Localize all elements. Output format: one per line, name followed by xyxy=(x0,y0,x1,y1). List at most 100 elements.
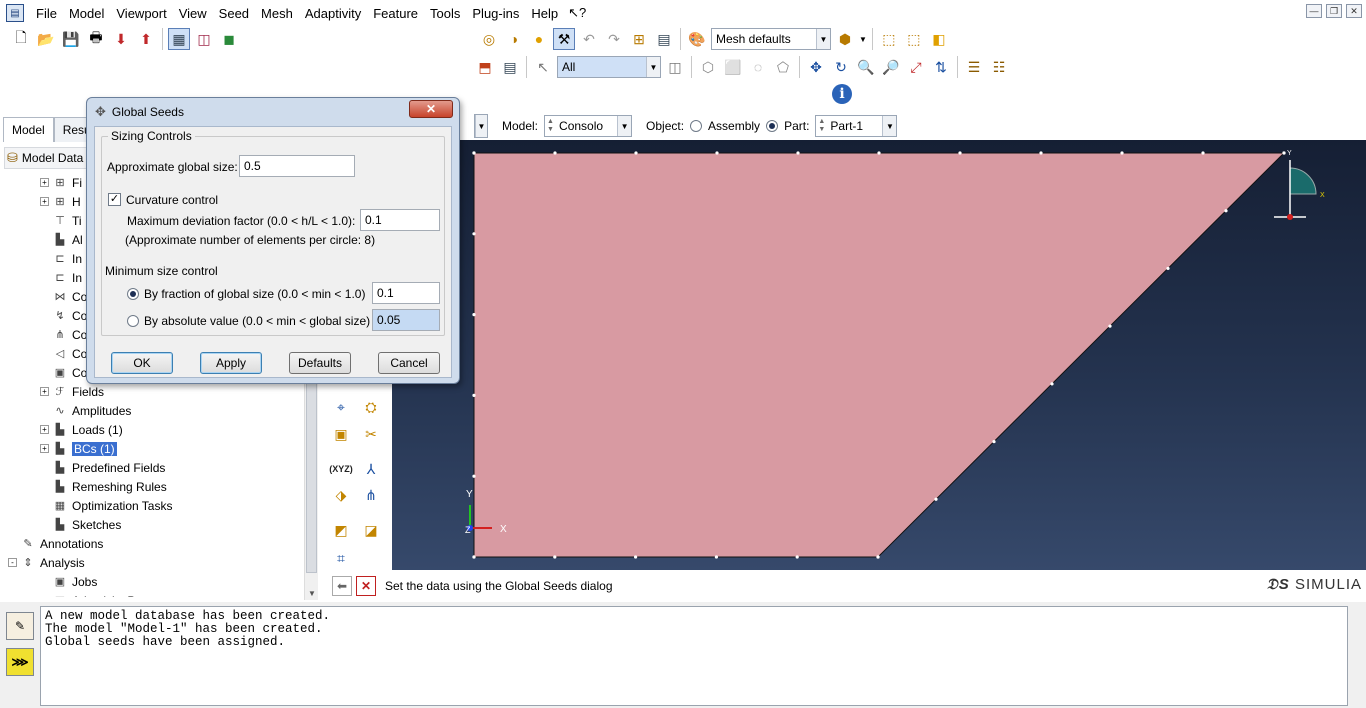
boolean-cut-icon[interactable]: ◑ xyxy=(503,28,525,50)
export-icon[interactable]: ⬆ xyxy=(135,28,157,50)
menu-feature[interactable]: Feature xyxy=(367,6,424,21)
menu-file[interactable]: File xyxy=(30,6,63,21)
expand-icon[interactable]: + xyxy=(40,425,49,434)
query-hammer-icon[interactable]: ⚒ xyxy=(553,28,575,50)
select-set-icon[interactable]: ◫ xyxy=(664,56,686,78)
select-rect-icon[interactable]: ⬜ xyxy=(722,56,744,78)
dropdown-arrow-icon[interactable]: ▼ xyxy=(859,35,867,44)
datum-point-icon[interactable]: ⬗ xyxy=(328,483,354,507)
apply-button[interactable]: Apply xyxy=(200,352,262,374)
selection-filter-select[interactable]: All ▼ xyxy=(557,56,661,78)
render-shaded-icon[interactable]: ◼ xyxy=(218,28,240,50)
menu-adaptivity[interactable]: Adaptivity xyxy=(299,6,367,21)
menu-model[interactable]: Model xyxy=(63,6,110,21)
tree-item[interactable]: - ⇕ Analysis xyxy=(8,553,304,572)
assembly-radio[interactable] xyxy=(690,120,703,132)
back-arrow-icon[interactable]: ⬅ xyxy=(332,576,352,596)
restore-icon[interactable]: ❐ xyxy=(1326,4,1342,18)
boolean-union-icon[interactable]: ◎ xyxy=(478,28,500,50)
viewport[interactable]: Y X Z X Y xyxy=(392,140,1366,570)
dialog-titlebar[interactable]: ✥ Global Seeds xyxy=(95,104,184,120)
select-circle-icon[interactable]: ◌ xyxy=(747,56,769,78)
render-hidden-icon[interactable]: ◫ xyxy=(193,28,215,50)
rotate-icon[interactable]: ↻ xyxy=(830,56,852,78)
fraction-radio[interactable] xyxy=(127,288,139,300)
tree-view-icon[interactable]: ⊞ xyxy=(628,28,650,50)
select-inside-icon[interactable]: ⬡ xyxy=(697,56,719,78)
sphere-icon[interactable]: ● xyxy=(528,28,550,50)
front-view-icon[interactable]: ⬚ xyxy=(903,28,925,50)
expand-icon[interactable]: + xyxy=(40,197,49,206)
part-geometry[interactable] xyxy=(473,152,1286,558)
curvature-checkbox[interactable]: ✓ xyxy=(108,193,121,206)
tree-item[interactable]: ▙ Sketches xyxy=(8,515,304,534)
app-menu-icon[interactable]: ▤ xyxy=(6,4,24,22)
virtual-topology-icon[interactable]: ⌗ xyxy=(328,546,354,570)
menu-tools[interactable]: Tools xyxy=(424,6,466,21)
tree-item[interactable]: + ▙ Loads (1) xyxy=(8,420,304,439)
seed-part-icon[interactable]: ☷ xyxy=(988,56,1010,78)
tree-item[interactable]: ▣ Jobs xyxy=(8,572,304,591)
pan-icon[interactable]: ✥ xyxy=(805,56,827,78)
tree-item[interactable]: ▙ Predefined Fields xyxy=(8,458,304,477)
menu-seed[interactable]: Seed xyxy=(213,6,255,21)
expand-icon[interactable]: + xyxy=(40,178,49,187)
save-icon[interactable]: 💾 xyxy=(60,28,82,50)
message-log-icon[interactable]: ✎ xyxy=(6,612,34,640)
import-icon[interactable]: ⬇ xyxy=(110,28,132,50)
datum-axis-icon[interactable]: ⋔ xyxy=(358,483,384,507)
tree-item[interactable]: + ▙ BCs (1) xyxy=(8,439,304,458)
seed-edge-icon[interactable]: ☰ xyxy=(963,56,985,78)
minimize-icon[interactable]: — xyxy=(1306,4,1322,18)
part-select-icon[interactable]: ⬒ xyxy=(474,56,496,78)
auto-fit-icon[interactable]: ⤢ xyxy=(905,56,927,78)
absolute-input[interactable]: 0.05 xyxy=(372,309,440,331)
partition-face-icon[interactable]: ◩ xyxy=(328,518,354,542)
redo-icon[interactable]: ↷ xyxy=(603,28,625,50)
select-poly-icon[interactable]: ⬠ xyxy=(772,56,794,78)
cancel-procedure-icon[interactable]: ✕ xyxy=(356,576,376,596)
tab-model[interactable]: Model xyxy=(3,117,54,142)
part-select[interactable]: ▲ ▼ Part-1 ▼ xyxy=(815,115,898,137)
menu-viewport[interactable]: Viewport xyxy=(110,6,172,21)
info-icon[interactable]: i xyxy=(832,84,852,104)
selection-options-icon[interactable]: ▤ xyxy=(499,56,521,78)
box-view-icon[interactable]: ◧ xyxy=(928,28,950,50)
part-radio[interactable] xyxy=(766,120,779,132)
render-wireframe-icon[interactable]: ▦ xyxy=(168,28,190,50)
print-icon[interactable]: 🖶 xyxy=(85,28,107,50)
undo-icon[interactable]: ↶ xyxy=(578,28,600,50)
cycle-views-icon[interactable]: ⇅ xyxy=(930,56,952,78)
absolute-radio[interactable] xyxy=(127,315,139,327)
tree-item[interactable]: ▦ Optimization Tasks xyxy=(8,496,304,515)
palette-icon[interactable]: 🎨 xyxy=(686,28,708,50)
module-select-arrow[interactable]: ▼ xyxy=(474,114,488,138)
defaults-button[interactable]: Defaults xyxy=(289,352,351,374)
box-zoom-icon[interactable]: 🔎 xyxy=(880,56,902,78)
select-cursor-icon[interactable]: ↖ xyxy=(532,56,554,78)
viewport-canvas[interactable]: Y X Z X Y xyxy=(392,140,1366,570)
seed-bias-icon[interactable]: ⛭ xyxy=(358,395,384,419)
mesh-defaults-select[interactable]: Mesh defaults ▼ xyxy=(711,28,831,50)
partition-cell-icon[interactable]: ◪ xyxy=(358,518,384,542)
dialog-close-button[interactable]: ✕ xyxy=(409,100,453,118)
table-icon[interactable]: ▤ xyxy=(653,28,675,50)
menu-mesh[interactable]: Mesh xyxy=(255,6,299,21)
tree-item[interactable]: ▥ Adaptivity P xyxy=(8,591,304,598)
expand-icon[interactable]: + xyxy=(40,444,49,453)
tree-item[interactable]: ✎ Annotations xyxy=(8,534,304,553)
menu-help[interactable]: Help xyxy=(525,6,564,21)
model-select[interactable]: ▲ ▼ Consolo ▼ xyxy=(544,115,633,137)
python-shell-icon[interactable]: ⋙ xyxy=(6,648,34,676)
whats-this-icon[interactable]: ↖? xyxy=(568,5,586,21)
menu-view[interactable]: View xyxy=(173,6,213,21)
delete-mesh-icon[interactable]: ✂ xyxy=(358,422,384,446)
tree-item[interactable]: ▙ Remeshing Rules xyxy=(8,477,304,496)
xyz-icon[interactable]: (XYZ) xyxy=(328,457,354,481)
expand-icon[interactable]: + xyxy=(40,387,49,396)
datum-csys-icon[interactable]: ⅄ xyxy=(358,457,384,481)
new-file-icon[interactable]: 🗋 xyxy=(10,28,32,50)
color-code-icon[interactable]: ⬢ xyxy=(834,28,856,50)
cancel-button[interactable]: Cancel xyxy=(378,352,440,374)
create-seed-icon[interactable]: ⌖ xyxy=(328,395,354,419)
